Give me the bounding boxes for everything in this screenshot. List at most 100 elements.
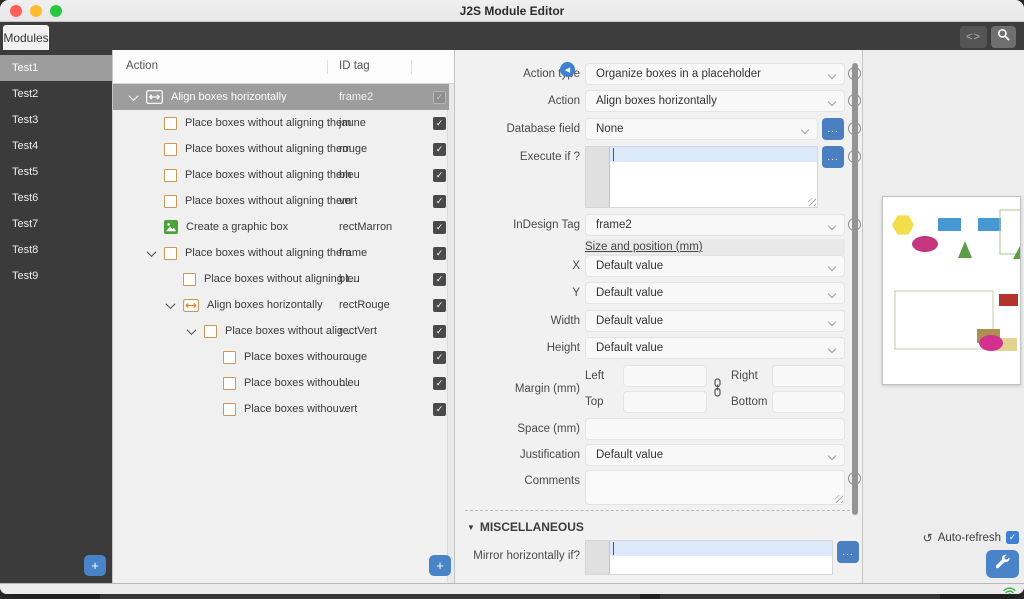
- indesign-tag-select[interactable]: frame2: [585, 214, 845, 236]
- box-icon: [164, 143, 177, 156]
- tree-row[interactable]: Place boxes without aligning them frame: [113, 240, 449, 266]
- row-checkbox[interactable]: [433, 117, 446, 130]
- preview-shape: [979, 335, 1003, 351]
- row-checkbox[interactable]: [433, 325, 446, 338]
- chevron-down-icon[interactable]: [129, 91, 139, 101]
- tree-row[interactable]: Align boxes horizontally frame2: [113, 84, 449, 110]
- column-header-idtag: ID tag: [339, 60, 370, 72]
- tree-row[interactable]: Place boxes without aligning them vert: [113, 188, 449, 214]
- tree-row-idtag: vert: [339, 195, 357, 207]
- size-position-section-header: Size and position (mm): [585, 239, 845, 255]
- database-field-select[interactable]: None: [585, 118, 818, 140]
- auto-refresh-checkbox[interactable]: [1006, 531, 1019, 544]
- preview-shape: [978, 218, 1001, 231]
- chevron-down-icon[interactable]: [166, 299, 176, 309]
- action-type-value: Organize boxes in a placeholder: [596, 68, 761, 80]
- row-checkbox[interactable]: [433, 351, 446, 364]
- sidebar-item-test9[interactable]: Test9: [0, 263, 112, 289]
- sidebar-item-test8[interactable]: Test8: [0, 237, 112, 263]
- height-value: Default value: [596, 342, 663, 354]
- tree-row-label: Place boxes without aligning them: [185, 195, 351, 207]
- tree-row-idtag: vert: [339, 403, 357, 415]
- search-icon: [997, 28, 1010, 46]
- collapse-panel-button[interactable]: ◀: [560, 62, 575, 77]
- action-type-select[interactable]: Organize boxes in a placeholder: [585, 63, 845, 85]
- sidebar-item-test2[interactable]: Test2: [0, 81, 112, 107]
- chevron-down-icon[interactable]: [147, 247, 157, 257]
- tree-row-label: Place boxes without aligning them: [185, 169, 351, 181]
- box-icon: [204, 325, 217, 338]
- add-module-button[interactable]: +: [84, 555, 106, 576]
- tree-row[interactable]: Place boxes withou… bleu: [113, 370, 449, 396]
- justification-select[interactable]: Default value: [585, 444, 845, 466]
- link-margins-icon[interactable]: [712, 378, 723, 402]
- resize-grip-icon[interactable]: [835, 495, 843, 503]
- form-scrollbar[interactable]: [852, 63, 858, 515]
- action-select[interactable]: Align boxes horizontally: [585, 90, 845, 112]
- row-checkbox[interactable]: [433, 273, 446, 286]
- row-checkbox[interactable]: [433, 403, 446, 416]
- tree-rows: Align boxes horizontally frame2 Place bo…: [113, 84, 449, 422]
- tree-row-label: Place boxes withou…: [244, 403, 350, 415]
- resize-grip-icon[interactable]: [808, 198, 816, 206]
- indesign-tag-value: frame2: [596, 219, 632, 231]
- code-view-button[interactable]: <>: [960, 26, 987, 48]
- tree-row-idtag: frame2: [339, 91, 373, 103]
- section-divider: [465, 510, 850, 511]
- comments-textarea[interactable]: [585, 470, 845, 505]
- tree-row[interactable]: Place boxes without aligning them jaune: [113, 110, 449, 136]
- comments-label: Comments: [455, 475, 580, 487]
- tree-row[interactable]: Place boxes without aligning them rouge: [113, 136, 449, 162]
- row-checkbox[interactable]: [433, 169, 446, 182]
- chevron-down-icon[interactable]: [187, 325, 197, 335]
- mirror-more-button[interactable]: ...: [837, 541, 859, 563]
- sidebar-item-test1[interactable]: Test1: [0, 55, 112, 81]
- preview-panel: ↺ Auto-refresh: [862, 50, 1024, 583]
- tree-row[interactable]: Place boxes without aligning them bleu: [113, 162, 449, 188]
- tree-row-idtag: bleu: [339, 169, 360, 181]
- column-header-action: Action: [126, 60, 158, 72]
- height-select[interactable]: Default value: [585, 337, 845, 359]
- tree-row[interactable]: Create a graphic box rectMarron: [113, 214, 449, 240]
- screen: J2S Module Editor Modules <> Test1 Test2…: [0, 0, 1024, 599]
- sidebar-item-test3[interactable]: Test3: [0, 107, 112, 133]
- y-select[interactable]: Default value: [585, 282, 845, 304]
- width-select[interactable]: Default value: [585, 310, 845, 332]
- main-area: Test1 Test2 Test3 Test4 Test5 Test6 Test…: [0, 50, 1024, 583]
- triangle-down-icon: ▼: [467, 523, 475, 532]
- tree-row[interactable]: Align boxes horizontally rectRouge: [113, 292, 449, 318]
- tree-row[interactable]: Place boxes without alig… rectVert: [113, 318, 449, 344]
- margin-bottom-input[interactable]: [772, 391, 845, 413]
- box-icon: [164, 117, 177, 130]
- margin-right-input[interactable]: [772, 365, 845, 387]
- sidebar-item-test7[interactable]: Test7: [0, 211, 112, 237]
- sidebar-item-test6[interactable]: Test6: [0, 185, 112, 211]
- action-label: Action: [455, 95, 580, 107]
- row-checkbox[interactable]: [433, 377, 446, 390]
- tree-row[interactable]: Place boxes withou… rouge: [113, 344, 449, 370]
- row-checkbox[interactable]: [433, 299, 446, 312]
- row-checkbox[interactable]: [433, 91, 446, 104]
- database-field-more-button[interactable]: ...: [822, 118, 844, 140]
- execute-if-more-button[interactable]: ...: [822, 146, 844, 168]
- tools-button[interactable]: [986, 550, 1019, 578]
- tab-modules[interactable]: Modules: [3, 25, 49, 50]
- add-action-button[interactable]: +: [429, 555, 451, 576]
- row-checkbox[interactable]: [433, 143, 446, 156]
- miscellaneous-section-header[interactable]: ▼MISCELLANEOUS: [467, 520, 584, 534]
- margin-left-input[interactable]: [623, 365, 707, 387]
- execute-if-editor[interactable]: [585, 146, 818, 208]
- space-input[interactable]: [585, 418, 845, 440]
- mirror-editor[interactable]: [585, 540, 833, 575]
- search-button[interactable]: [991, 26, 1016, 48]
- sidebar-item-test5[interactable]: Test5: [0, 159, 112, 185]
- x-select[interactable]: Default value: [585, 255, 845, 277]
- row-checkbox[interactable]: [433, 221, 446, 234]
- row-checkbox[interactable]: [433, 247, 446, 260]
- action-tree-panel: Action ID tag ◀ Align boxes horizo: [112, 50, 455, 583]
- margin-top-input[interactable]: [623, 391, 707, 413]
- row-checkbox[interactable]: [433, 195, 446, 208]
- tree-row[interactable]: Place boxes withou… vert: [113, 396, 449, 422]
- sidebar-item-test4[interactable]: Test4: [0, 133, 112, 159]
- tree-row[interactable]: Place boxes without aligning t… bleu: [113, 266, 449, 292]
